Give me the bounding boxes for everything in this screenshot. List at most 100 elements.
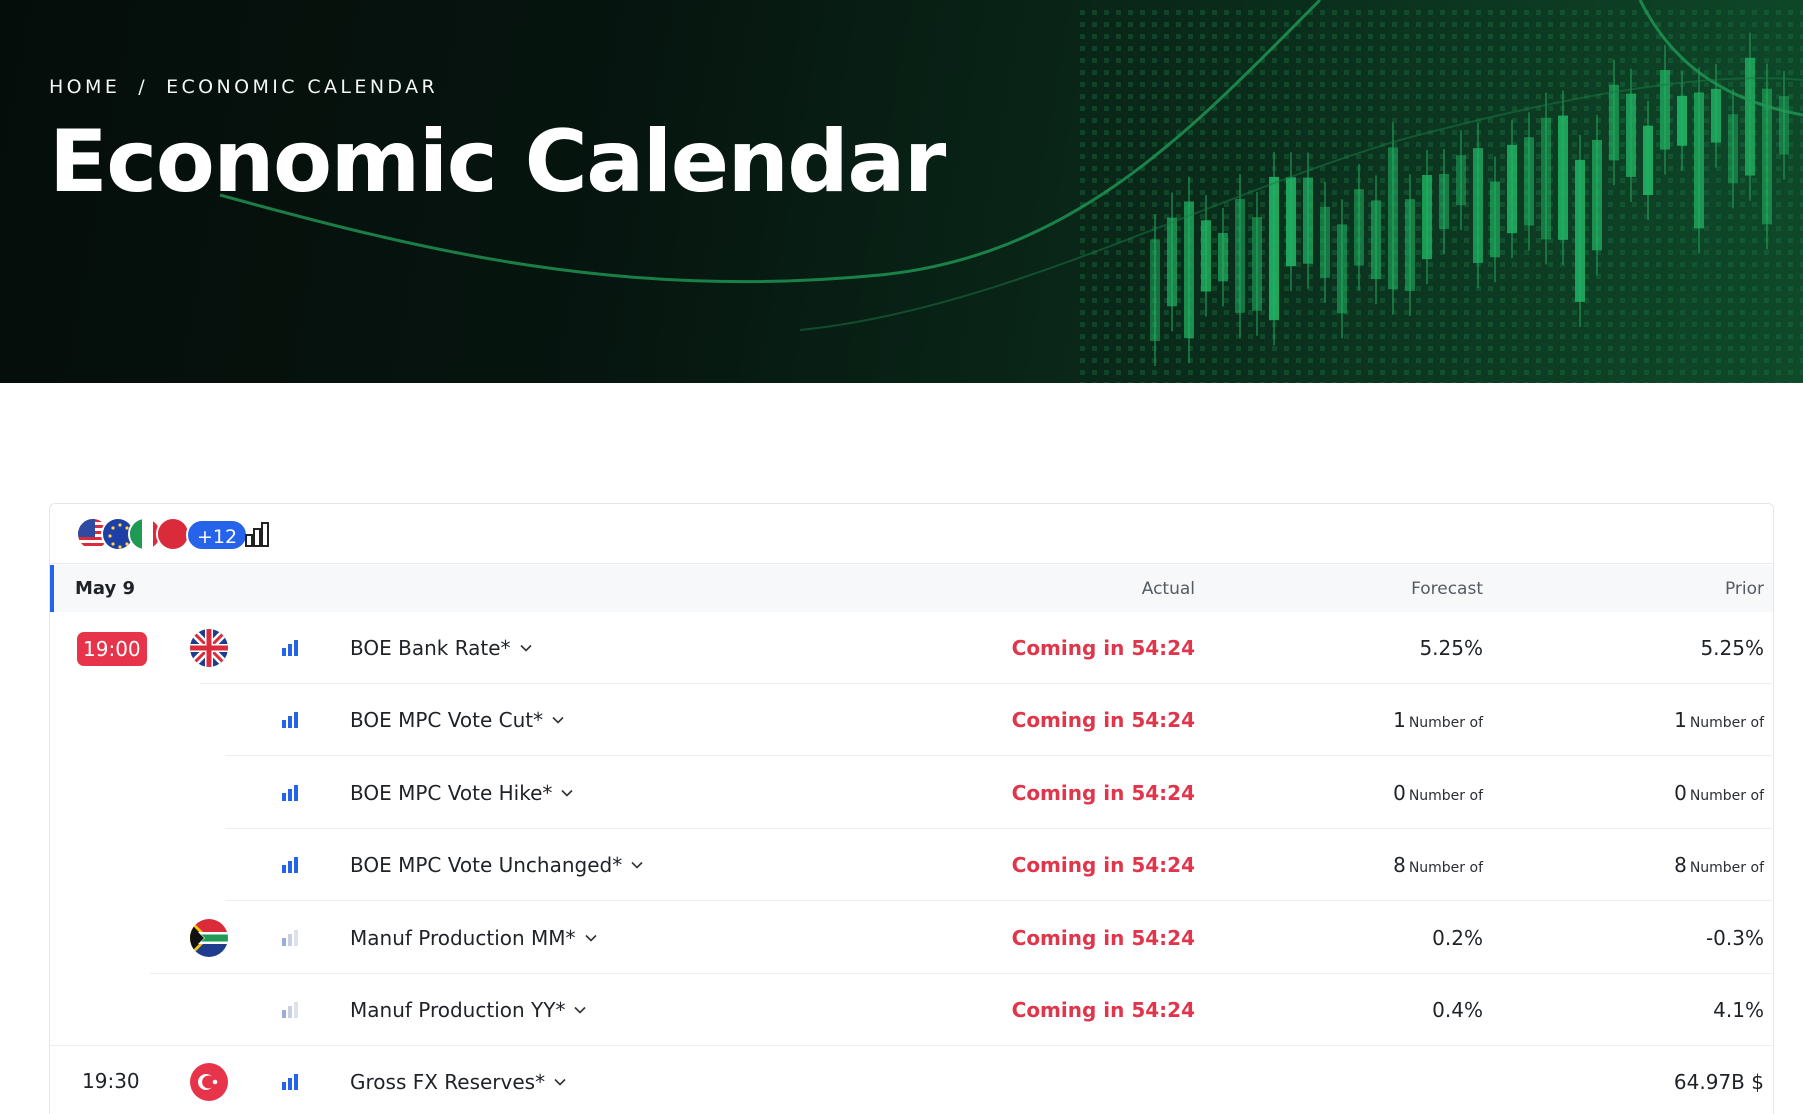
forecast-unit: Number of xyxy=(1408,787,1483,804)
breadcrumb: HOME / ECONOMIC CALENDAR xyxy=(49,76,438,98)
prior-unit: Number of xyxy=(1689,787,1764,804)
prior-number: 64.97B xyxy=(1673,1070,1745,1095)
forecast-value: 0.2% xyxy=(1432,926,1483,950)
chevron-down-icon xyxy=(553,1070,567,1094)
actual-value: Coming in 54:24 xyxy=(1011,853,1195,878)
date-header-row: May 9 Actual Forecast Prior xyxy=(50,565,1773,612)
forecast-unit: Number of xyxy=(1408,715,1483,732)
prior-unit: Number of xyxy=(1689,715,1764,732)
event-time: 19:30 xyxy=(82,1069,140,1094)
prior-unit: % xyxy=(1744,925,1764,950)
prior-value: 0 Number of xyxy=(1674,781,1764,805)
date-label: May 9 xyxy=(75,578,136,599)
forecast-number: 5.25 xyxy=(1419,636,1464,660)
actual-value: Coming in 54:24 xyxy=(1011,780,1195,805)
event-name[interactable]: Manuf Production MM* xyxy=(350,926,598,950)
table-row[interactable]: BOE MPC Vote Cut* Coming in 54:24 1 Number … xyxy=(50,684,1773,757)
prior-unit: % xyxy=(1744,636,1764,660)
breadcrumb-home-link[interactable]: HOME xyxy=(49,76,120,98)
tr-flag-icon xyxy=(190,1063,228,1102)
flag-icon xyxy=(156,517,190,551)
more-countries-badge[interactable]: +12 xyxy=(186,519,249,551)
za-flag-icon xyxy=(190,918,228,957)
event-label: Manuf Production MM* xyxy=(350,925,576,950)
gb-flag-icon xyxy=(190,629,228,667)
forecast-value: 5.25% xyxy=(1419,636,1483,660)
prior-unit: Number of xyxy=(1689,860,1764,877)
forecast-number: 8 xyxy=(1393,853,1406,878)
forecast-value: 1 Number of xyxy=(1393,708,1483,732)
prior-unit: % xyxy=(1744,998,1764,1022)
calendar-toolbar: +12 xyxy=(50,504,1773,564)
impact-low-icon xyxy=(281,1001,299,1019)
breadcrumb-separator: / xyxy=(138,76,149,98)
forecast-value: 8 Number of xyxy=(1393,853,1483,877)
impact-high-icon xyxy=(281,639,299,657)
event-label: Manuf Production YY* xyxy=(350,998,566,1022)
event-name[interactable]: BOE Bank Rate* xyxy=(350,636,533,660)
actual-value: Coming in 54:24 xyxy=(1011,636,1195,660)
chevron-down-icon xyxy=(560,781,574,805)
event-name[interactable]: Manuf Production YY* xyxy=(350,998,587,1022)
forecast-number: 0.4 xyxy=(1432,998,1464,1022)
table-row[interactable]: 19:30 Gross FX Reserves* 64.97B $ xyxy=(50,1046,1773,1114)
event-label: BOE MPC Vote Unchanged* xyxy=(350,853,623,878)
event-label: BOE MPC Vote Hike* xyxy=(350,780,553,805)
forecast-unit: % xyxy=(1463,998,1483,1022)
breadcrumb-current: ECONOMIC CALENDAR xyxy=(166,76,439,98)
country-filter[interactable]: +12 xyxy=(76,517,249,551)
impact-high-icon xyxy=(281,1073,299,1091)
actual-value: Coming in 54:24 xyxy=(1011,925,1195,950)
event-label: Gross FX Reserves* xyxy=(350,1070,546,1095)
table-row[interactable]: Manuf Production MM* Coming in 54:24 0.2% -… xyxy=(50,902,1773,974)
impact-low-icon xyxy=(281,929,299,947)
forecast-number: 1 xyxy=(1393,708,1406,733)
prior-number: 8 xyxy=(1674,853,1687,878)
prior-number: 1 xyxy=(1674,708,1687,733)
hero-banner: HOME / ECONOMIC CALENDAR Economic Calend… xyxy=(0,0,1803,383)
forecast-number: 0.2 xyxy=(1432,925,1464,950)
actual-value: Coming in 54:24 xyxy=(1011,708,1195,733)
actual-value: Coming in 54:24 xyxy=(1011,998,1195,1022)
chevron-down-icon xyxy=(630,853,644,877)
prior-unit: $ xyxy=(1744,1070,1764,1095)
prior-value: 5.25% xyxy=(1700,636,1764,660)
impact-high-icon xyxy=(281,784,299,802)
impact-high-icon xyxy=(281,711,299,729)
chevron-down-icon xyxy=(519,636,533,660)
prior-value: 64.97B $ xyxy=(1674,1070,1764,1094)
event-name[interactable]: Gross FX Reserves* xyxy=(350,1070,567,1094)
table-row[interactable]: 19:00 BOE Bank Rate* Coming in 54:24 5.25% 5… xyxy=(50,612,1773,684)
column-header-forecast: Forecast xyxy=(1411,579,1483,599)
table-row[interactable]: BOE MPC Vote Hike* Coming in 54:24 0 Number… xyxy=(50,757,1773,829)
table-row[interactable]: BOE MPC Vote Unchanged* Coming in 54:24 8 N… xyxy=(50,829,1773,902)
prior-number: -0.3 xyxy=(1705,925,1745,950)
bar-chart-icon[interactable] xyxy=(243,521,273,549)
prior-value: -0.3% xyxy=(1706,926,1764,950)
forecast-value: 0 Number of xyxy=(1393,781,1483,805)
prior-number: 5.25 xyxy=(1700,636,1745,660)
time-badge: 19:00 xyxy=(77,632,147,666)
chevron-down-icon xyxy=(573,998,587,1022)
date-accent-bar xyxy=(50,565,54,612)
event-label: BOE MPC Vote Cut* xyxy=(350,708,544,733)
chevron-down-icon xyxy=(551,708,565,732)
chevron-down-icon xyxy=(584,926,598,950)
prior-number: 0 xyxy=(1674,780,1687,805)
page-title: Economic Calendar xyxy=(49,112,946,212)
impact-high-icon xyxy=(281,856,299,874)
prior-value: 8 Number of xyxy=(1674,853,1764,877)
forecast-unit: % xyxy=(1463,925,1483,950)
forecast-unit: % xyxy=(1463,636,1483,660)
column-header-prior: Prior xyxy=(1724,579,1764,599)
forecast-number: 0 xyxy=(1393,780,1406,805)
event-label: BOE Bank Rate* xyxy=(350,636,511,660)
event-name[interactable]: BOE MPC Vote Unchanged* xyxy=(350,853,644,877)
forecast-unit: Number of xyxy=(1408,860,1483,877)
event-name[interactable]: BOE MPC Vote Hike* xyxy=(350,781,574,805)
forecast-value: 0.4% xyxy=(1432,998,1483,1022)
event-name[interactable]: BOE MPC Vote Cut* xyxy=(350,708,565,732)
prior-value: 1 Number of xyxy=(1674,708,1764,732)
calendar-panel: +12 May 9 Actual Forecast Prior 19:00 BOE… xyxy=(49,503,1774,1114)
table-row[interactable]: Manuf Production YY* Coming in 54:24 0.4% 4… xyxy=(50,974,1773,1046)
